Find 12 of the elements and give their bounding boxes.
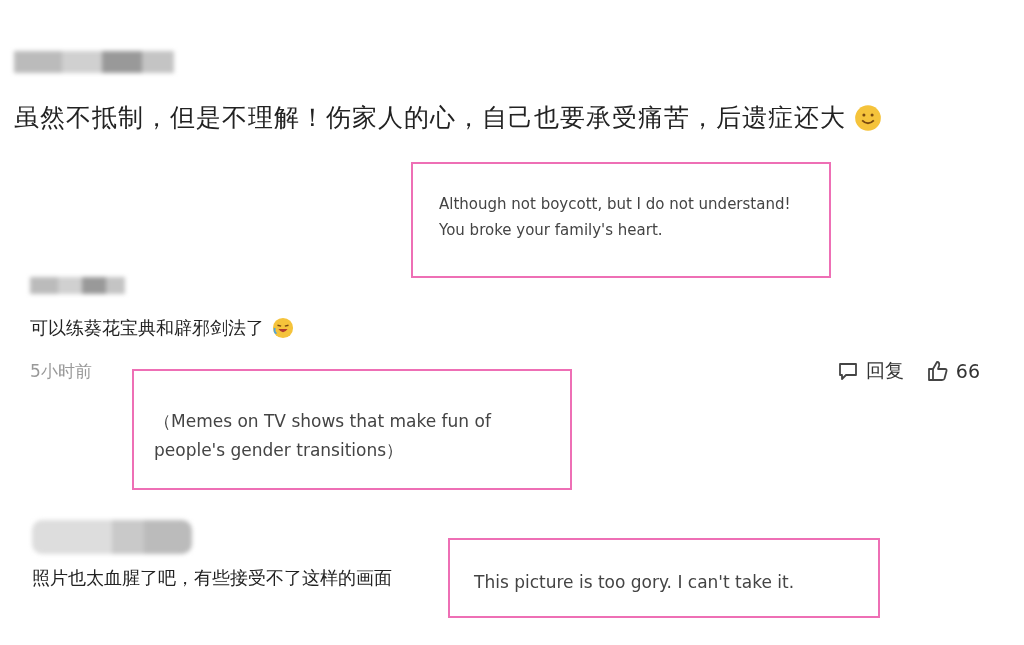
thumbs-up-icon: [925, 359, 950, 383]
comment-text: 虽然不抵制，但是不理解！伤家人的心，自己也要承受痛苦，后遗症还大: [14, 102, 846, 134]
like-button[interactable]: 66: [925, 358, 980, 384]
timestamp: 5小时前: [30, 359, 92, 383]
smile-emoji-icon: [854, 103, 882, 132]
comment-text: 可以练葵花宝典和辟邪剑法了: [30, 316, 264, 340]
reply-button[interactable]: 回复: [835, 358, 904, 384]
comment-text: 照片也太血腥了吧，有些接受不了这样的画面: [32, 566, 392, 590]
laughing-emoji-icon: [272, 317, 294, 339]
translation-note: Although not boycott, but I do not understand! You broke your family's heart.: [411, 162, 831, 278]
translation-note: This picture is too gory. I can't take it.: [448, 538, 880, 618]
translation-note: （Memes on TV shows that make fun of people's gender transitions）: [132, 369, 572, 490]
